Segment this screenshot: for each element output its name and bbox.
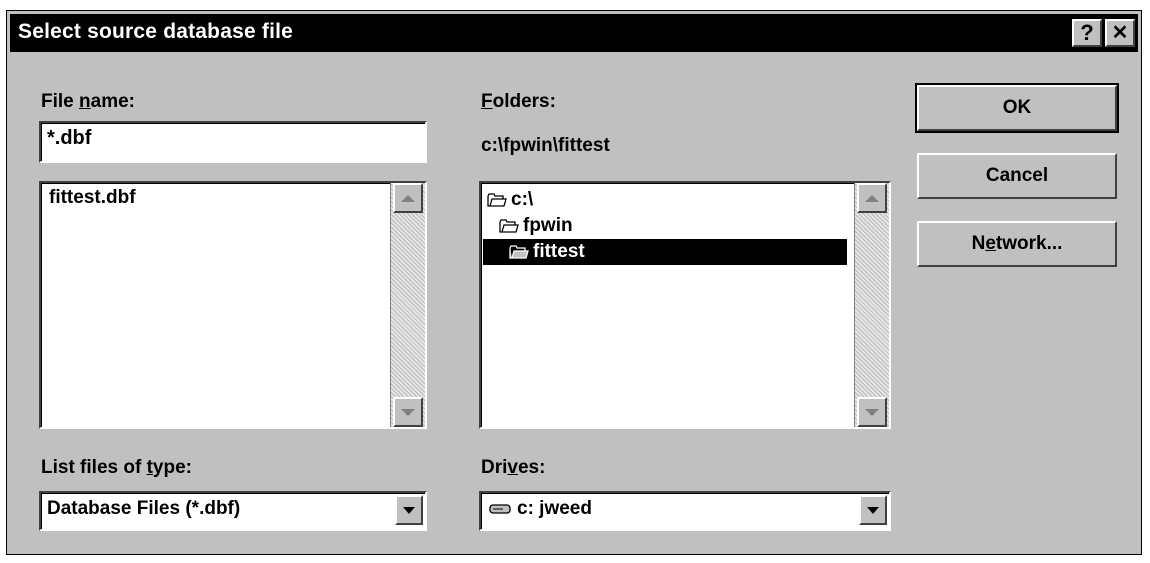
network-button[interactable]: Ne twork...	[917, 221, 1117, 267]
arrow-up-icon	[865, 194, 879, 202]
arrow-down-icon	[865, 408, 879, 416]
folder-item-fpwin[interactable]: fpwin	[499, 213, 573, 239]
file-list[interactable]: fittest.dbf	[39, 181, 427, 429]
open-folder-icon	[509, 245, 529, 259]
folder-item-root[interactable]: c:\	[487, 187, 533, 213]
list-item[interactable]: fittest.dbf	[49, 185, 136, 211]
chevron-down-icon	[867, 506, 879, 514]
open-folder-icon	[487, 193, 507, 207]
chevron-down-icon	[403, 506, 415, 514]
file-name-value: *.dbf	[47, 127, 92, 149]
file-name-input[interactable]: *.dbf	[39, 121, 427, 163]
scroll-down-button[interactable]	[393, 397, 423, 427]
file-type-label: List files of type:	[41, 457, 192, 478]
select-file-dialog: Select source database file ? ✕ File nam…	[6, 10, 1142, 555]
current-path: c:\fpwin\fittest	[481, 135, 610, 156]
folder-tree[interactable]: c:\ fpwin fittest	[479, 181, 891, 429]
close-button[interactable]: ✕	[1105, 19, 1135, 47]
drives-label: Drives:	[481, 457, 546, 478]
arrow-up-icon	[401, 194, 415, 202]
arrow-down-icon	[401, 408, 415, 416]
folders-label: Folders:	[481, 91, 556, 112]
hard-drive-icon	[489, 504, 511, 514]
scroll-up-button[interactable]	[857, 183, 887, 213]
title-bar[interactable]: Select source database file ? ✕	[10, 14, 1138, 52]
help-button[interactable]: ?	[1072, 19, 1102, 47]
cancel-button[interactable]: Cancel	[917, 153, 1117, 199]
file-type-value: Database Files (*.dbf)	[47, 498, 241, 519]
file-name-label: File name:	[41, 91, 135, 112]
scroll-down-button[interactable]	[857, 397, 887, 427]
ok-button[interactable]: OK	[915, 83, 1119, 133]
drive-value: c: jweed	[489, 498, 592, 520]
file-list-scrollbar[interactable]	[390, 183, 425, 427]
scroll-up-button[interactable]	[393, 183, 423, 213]
window-title: Select source database file	[18, 20, 294, 43]
file-type-select[interactable]: Database Files (*.dbf)	[39, 491, 427, 531]
file-type-dropdown-button[interactable]	[395, 495, 423, 525]
drives-select[interactable]: c: jweed	[479, 491, 891, 531]
open-folder-icon	[499, 219, 519, 233]
folder-tree-scrollbar[interactable]	[854, 183, 889, 427]
drives-dropdown-button[interactable]	[859, 495, 887, 525]
folder-item-fittest[interactable]: fittest	[483, 239, 847, 265]
